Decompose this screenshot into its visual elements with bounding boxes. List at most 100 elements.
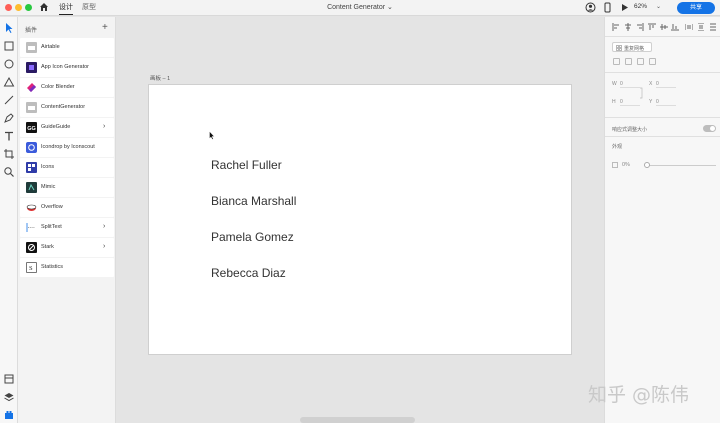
chevron-right-icon: › (103, 223, 106, 230)
user-account-icon[interactable] (585, 2, 596, 13)
distribute-vertical-icon[interactable] (697, 23, 705, 31)
play-preview-icon[interactable] (619, 2, 630, 13)
share-button[interactable]: 共享 (677, 2, 715, 14)
close-window-button[interactable] (5, 4, 12, 11)
plugin-label: Color Blender (41, 84, 75, 90)
divider (605, 36, 720, 37)
layers-panel-icon[interactable] (3, 391, 15, 403)
plugin-label: Statistics (41, 264, 64, 270)
maximize-window-button[interactable] (25, 4, 32, 11)
artboard-tool-icon[interactable] (3, 148, 15, 160)
tab-prototype[interactable]: 原型 (82, 2, 96, 12)
color-blender-icon (27, 83, 36, 92)
add-plugin-button[interactable]: + (102, 22, 108, 33)
chevron-right-icon: › (103, 123, 106, 130)
rectangle-tool-icon[interactable] (3, 40, 15, 52)
plugin-item-content-generator[interactable]: ContentGenerator (20, 98, 114, 117)
plugin-item-app-icon-generator[interactable]: App Icon Generator (20, 58, 114, 77)
plugin-list: Airtable App Icon Generator Color Blende… (20, 38, 114, 278)
name-text[interactable]: Bianca Marshall (211, 194, 296, 208)
opacity-checkbox[interactable] (612, 162, 618, 168)
content-generator-icon (26, 102, 37, 113)
width-field[interactable]: 0 (620, 81, 640, 88)
minimize-window-button[interactable] (15, 4, 22, 11)
add-boolean-icon[interactable] (613, 58, 620, 65)
opacity-slider-track[interactable] (646, 165, 716, 166)
repeat-grid-label: 重复网格 (624, 46, 645, 52)
app-icon-generator-icon (26, 62, 37, 73)
document-title[interactable]: Content Generator ⌄ (327, 4, 393, 11)
x-label: X (649, 81, 653, 87)
align-top-icon[interactable] (648, 23, 656, 31)
name-text[interactable]: Rachel Fuller (211, 158, 282, 172)
plugin-item-mimic[interactable]: Mimic (20, 178, 114, 197)
horizontal-scrollbar[interactable] (300, 417, 415, 423)
stark-icon (26, 242, 37, 253)
align-left-icon[interactable] (612, 23, 620, 31)
watermark: 知乎 @陈伟 (588, 384, 690, 406)
plugins-panel: 插件 + Airtable App Icon Generator Color B… (18, 17, 116, 423)
plugin-item-splittext[interactable]: SplitText › (20, 218, 114, 237)
polygon-tool-icon[interactable] (3, 76, 15, 88)
plugin-item-statistics[interactable]: S Statistics (20, 258, 114, 277)
align-middle-icon[interactable] (660, 23, 668, 31)
divider (605, 117, 720, 118)
zoom-level[interactable]: 62% (634, 3, 647, 10)
tool-bar (0, 17, 18, 423)
ellipse-tool-icon[interactable] (3, 58, 15, 70)
airtable-icon (26, 42, 37, 53)
zoom-dropdown-chevron-icon[interactable]: ⌄ (656, 3, 661, 10)
plugin-item-color-blender[interactable]: Color Blender (20, 78, 114, 97)
y-field[interactable]: 0 (656, 99, 676, 106)
opacity-field[interactable]: 0% (622, 162, 630, 168)
plugin-item-airtable[interactable]: Airtable (20, 38, 114, 57)
plugin-item-stark[interactable]: Stark › (20, 238, 114, 257)
align-right-icon[interactable] (636, 23, 644, 31)
distribute-spacing-icon[interactable] (709, 23, 717, 31)
plugin-item-guideguide[interactable]: GG GuideGuide › (20, 118, 114, 137)
intersect-boolean-icon[interactable] (637, 58, 644, 65)
plugin-item-overflow[interactable]: Overflow (20, 198, 114, 217)
plugin-label: Stark (41, 244, 54, 250)
home-icon[interactable] (39, 2, 49, 12)
name-text[interactable]: Pamela Gomez (211, 230, 294, 244)
align-center-icon[interactable] (624, 23, 632, 31)
artboard-label[interactable]: 画板 – 1 (150, 74, 170, 82)
repeat-grid-icon (616, 45, 622, 51)
plugin-label: Mimic (41, 184, 56, 190)
mobile-preview-icon[interactable] (602, 2, 613, 13)
name-text[interactable]: Rebecca Diaz (211, 266, 286, 280)
plugin-label: App Icon Generator (41, 64, 90, 70)
tab-design[interactable]: 设计 (59, 2, 73, 15)
zoom-tool-icon[interactable] (3, 166, 15, 178)
height-field[interactable]: 0 (620, 99, 640, 106)
line-tool-icon[interactable] (3, 94, 15, 106)
y-label: Y (649, 99, 653, 105)
divider (605, 72, 720, 73)
guideguide-icon: GG (26, 122, 37, 133)
plugin-item-icons[interactable]: Icons (20, 158, 114, 177)
plugin-item-icondrop[interactable]: Icondrop by Iconscout (20, 138, 114, 157)
opacity-slider-thumb[interactable] (644, 162, 650, 168)
distribute-horizontal-icon[interactable] (685, 23, 693, 31)
subtract-boolean-icon[interactable] (625, 58, 632, 65)
pen-tool-icon[interactable] (3, 112, 15, 124)
text-tool-icon[interactable] (3, 130, 15, 142)
plugin-label: Icondrop by Iconscout (41, 144, 95, 150)
plugins-panel-icon[interactable] (3, 409, 15, 421)
artboard[interactable]: Rachel Fuller Bianca Marshall Pamela Gom… (148, 84, 572, 355)
mouse-cursor-icon (209, 131, 215, 140)
plugin-label: Airtable (41, 44, 60, 50)
mimic-icon (26, 182, 37, 193)
plugin-label: Icons (41, 164, 55, 170)
x-field[interactable]: 0 (656, 81, 676, 88)
assets-panel-icon[interactable] (3, 373, 15, 385)
lock-aspect-icon[interactable] (639, 87, 645, 99)
exclude-boolean-icon[interactable] (649, 58, 656, 65)
align-bottom-icon[interactable] (671, 23, 679, 31)
plugin-label: ContentGenerator (41, 104, 86, 110)
properties-panel: 重复网格 W 0 X 0 H 0 Y 0 响应式调整大小 外观 0% (604, 17, 720, 423)
responsive-resize-toggle[interactable] (703, 125, 716, 132)
select-tool-icon[interactable] (3, 22, 15, 34)
repeat-grid-button[interactable]: 重复网格 (612, 42, 652, 52)
